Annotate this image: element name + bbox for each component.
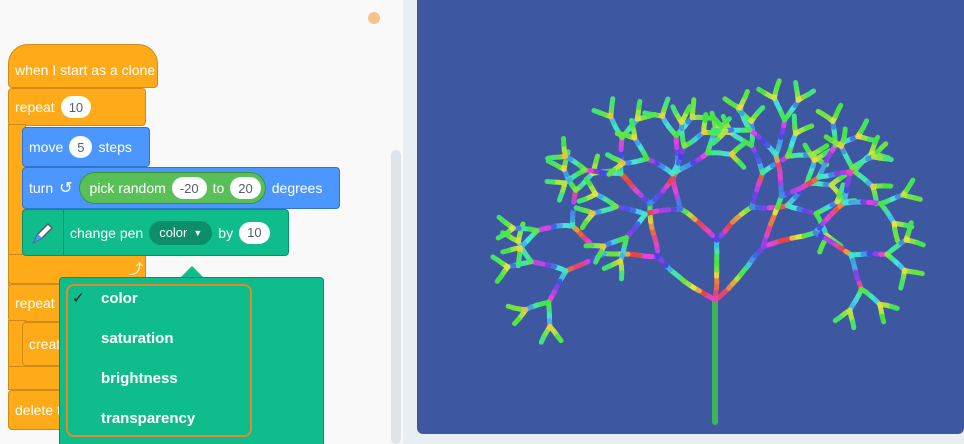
- repeat-block[interactable]: repeat 10: [8, 88, 146, 126]
- hat-label: when I start as a clone: [15, 62, 156, 78]
- pick-random-label: pick random: [89, 180, 166, 196]
- pane-divider: [403, 0, 415, 444]
- loop-arrow-icon: ⤴: [129, 261, 143, 277]
- move-steps-input[interactable]: 5: [69, 136, 93, 158]
- when-start-as-clone-block[interactable]: when I start as a clone: [8, 44, 158, 88]
- move-steps-block[interactable]: move 5 steps: [22, 127, 150, 167]
- caret-down-icon: ▼: [193, 227, 203, 238]
- repeat-label: repeat: [15, 99, 55, 115]
- change-pen-block[interactable]: change pen color ▼ by 10: [22, 209, 289, 256]
- menu-item-label: color: [101, 289, 138, 307]
- random-to-input[interactable]: 20: [230, 177, 261, 199]
- menu-item-transparency[interactable]: transparency: [60, 398, 323, 438]
- fractal-tree-drawing: [490, 78, 926, 425]
- menu-item-brightness[interactable]: brightness: [60, 358, 323, 398]
- create-label: creat: [29, 336, 61, 352]
- drag-handle-dot: [368, 12, 380, 24]
- code-area-scrollbar[interactable]: [391, 150, 401, 444]
- delete-label: delete t: [15, 402, 61, 418]
- degrees-label: degrees: [271, 180, 323, 196]
- change-pen-label: change pen: [70, 224, 144, 241]
- menu-item-label: transparency: [101, 409, 196, 427]
- pen-param-dropdown[interactable]: color ▼: [149, 220, 213, 245]
- checkmark-icon: ✓: [72, 290, 85, 307]
- pen-extension-icon: [23, 209, 64, 256]
- stage-canvas[interactable]: [417, 0, 964, 434]
- pen-change-input[interactable]: 10: [239, 221, 270, 244]
- turn-degrees-block[interactable]: turn ↺ pick random -20 to 20 degrees: [22, 167, 340, 209]
- menu-item-saturation[interactable]: saturation: [60, 318, 323, 358]
- repeat2-label: repeat: [15, 295, 55, 311]
- move-label: move: [29, 139, 64, 155]
- turn-label: turn: [29, 180, 54, 196]
- pick-random-reporter[interactable]: pick random -20 to 20: [78, 172, 266, 204]
- code-area[interactable]: when I start as a clone repeat 10 ⤴ move…: [0, 0, 403, 444]
- menu-item-color[interactable]: ✓ color: [60, 278, 323, 318]
- pen-param-value: color: [159, 225, 188, 240]
- to-label: to: [212, 180, 225, 196]
- menu-item-label: brightness: [101, 369, 178, 387]
- rotate-left-icon: ↺: [59, 180, 73, 197]
- repeat-count-input[interactable]: 10: [60, 96, 92, 118]
- pen-param-dropdown-menu: ✓ color saturation brightness transparen…: [59, 277, 324, 444]
- steps-label: steps: [98, 139, 132, 155]
- menu-item-label: saturation: [101, 329, 174, 347]
- random-from-input[interactable]: -20: [171, 177, 207, 199]
- stage-panel: [415, 0, 964, 444]
- by-label: by: [218, 224, 234, 241]
